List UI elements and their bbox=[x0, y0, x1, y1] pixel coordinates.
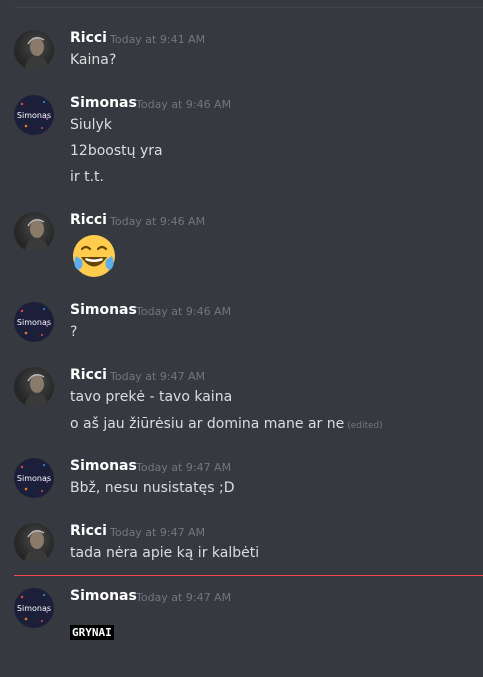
timestamp: Today at 9:46 AM bbox=[136, 98, 232, 111]
avatar[interactable]: Simonas bbox=[14, 588, 54, 628]
message-text: ? bbox=[70, 324, 78, 340]
message-text-content: o aš jau žiūrėsiu ar domina mane ar ne bbox=[70, 416, 345, 432]
message-text: GRYNAI bbox=[70, 624, 114, 640]
timestamp: Today at 9:47 AM bbox=[136, 461, 232, 474]
avatar[interactable]: Simonas bbox=[14, 458, 54, 498]
username[interactable]: Simonas bbox=[70, 458, 137, 474]
new-messages-divider bbox=[14, 575, 483, 576]
svg-text:Simonas: Simonas bbox=[17, 474, 51, 483]
username[interactable]: Ricci bbox=[70, 523, 107, 539]
edited-label: (edited) bbox=[347, 421, 383, 431]
timestamp: Today at 9:47 AM bbox=[136, 591, 232, 604]
username[interactable]: Simonas bbox=[70, 95, 137, 111]
joy-emoji-icon[interactable] bbox=[70, 232, 118, 280]
timestamp: Today at 9:46 AM bbox=[136, 305, 232, 318]
timestamp: Today at 9:41 AM bbox=[110, 33, 206, 46]
avatar[interactable] bbox=[14, 367, 54, 407]
username[interactable]: Ricci bbox=[70, 212, 107, 228]
username[interactable]: Simonas bbox=[70, 302, 137, 318]
inline-code: GRYNAI bbox=[70, 625, 114, 640]
username[interactable]: Ricci bbox=[70, 367, 107, 383]
svg-text:Simonas: Simonas bbox=[17, 604, 51, 613]
message-text: tada nėra apie ką ir kalbėti bbox=[70, 545, 260, 561]
avatar[interactable]: Simonas bbox=[14, 302, 54, 342]
message-text: Kaina? bbox=[70, 52, 117, 68]
avatar[interactable] bbox=[14, 212, 54, 252]
message-text: Bbž, nesu nusistatęs ;D bbox=[70, 480, 235, 496]
top-separator bbox=[14, 7, 483, 8]
avatar[interactable] bbox=[14, 523, 54, 563]
message-text: Siulyk bbox=[70, 117, 112, 133]
timestamp: Today at 9:47 AM bbox=[110, 526, 206, 539]
message-text: 12boostų yra bbox=[70, 143, 163, 159]
avatar[interactable] bbox=[14, 30, 54, 70]
svg-text:Simonas: Simonas bbox=[17, 318, 51, 327]
timestamp: Today at 9:46 AM bbox=[110, 215, 206, 228]
message-text: ir t.t. bbox=[70, 169, 104, 185]
svg-text:Simonas: Simonas bbox=[17, 111, 51, 120]
timestamp: Today at 9:47 AM bbox=[110, 370, 206, 383]
message-text: tavo prekė - tavo kaina bbox=[70, 389, 233, 405]
username[interactable]: Ricci bbox=[70, 30, 107, 46]
message-text: o aš jau žiūrėsiu ar domina mane ar ne (e… bbox=[70, 416, 383, 432]
username[interactable]: Simonas bbox=[70, 588, 137, 604]
avatar[interactable]: Simonas bbox=[14, 95, 54, 135]
